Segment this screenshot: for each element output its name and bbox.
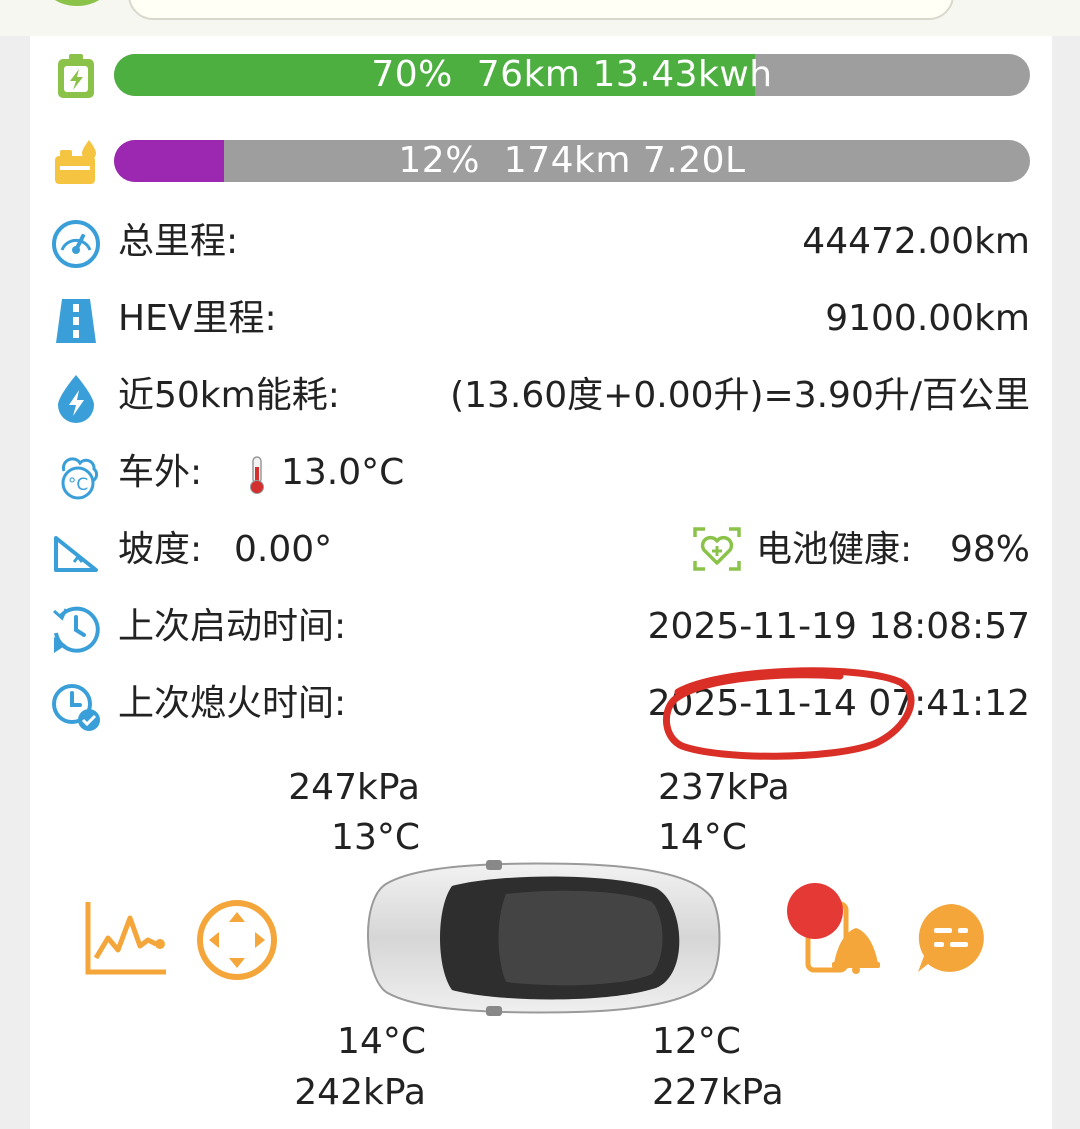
rear-left-temp: 14°C [337, 1021, 426, 1062]
front-left-pressure: 247kPa [288, 767, 420, 808]
alert-badge [787, 883, 843, 939]
search-field[interactable] [128, 0, 954, 20]
last-start-label: 上次启动时间: [118, 606, 347, 647]
front-left-temp: 13°C [331, 817, 420, 858]
clock-start-icon [53, 606, 100, 653]
last-start-row: 上次启动时间: 2025-11-19 18:08:57 [0, 597, 1080, 657]
total-mileage-label: 总里程: [118, 221, 239, 262]
slope-value: 0.00° [234, 529, 333, 570]
fuel-progress-label: 12% 174km 7.20L [398, 140, 746, 181]
battery-health-value: 98% [949, 529, 1030, 570]
health-heart-icon [693, 527, 741, 571]
line-chart-icon[interactable] [84, 900, 170, 976]
hev-mileage-label: HEV里程: [118, 298, 277, 339]
outside-temp-value: 13.0°C [281, 452, 405, 493]
energy-drop-icon [58, 375, 94, 423]
total-mileage-value: 44472.00km [802, 221, 1030, 262]
battery-progress-bar: 70% 76km 13.43kwh [114, 54, 1030, 96]
rear-right-pressure: 227kPa [652, 1072, 784, 1113]
front-right-pressure: 237kPa [658, 767, 790, 808]
last-start-value: 2025-11-19 18:08:57 [647, 606, 1030, 647]
battery-charging-icon [58, 54, 94, 98]
fuel-progress-bar: 12% 174km 7.20L [114, 140, 1030, 182]
battery-progress-label: 70% 76km 13.43kwh [371, 54, 773, 95]
weather-icon: °C [61, 457, 99, 500]
rear-left-pressure: 242kPa [294, 1072, 426, 1113]
slope-label: 坡度: [118, 529, 203, 570]
odometer-icon [52, 220, 100, 268]
hev-mileage-value: 9100.00km [825, 298, 1030, 339]
last-off-label: 上次熄火时间: [118, 683, 347, 724]
energy-consumption-value: (13.60度+0.00升)=3.90升/百公里 [450, 375, 1030, 416]
battery-health-label: 电池健康: [756, 529, 913, 570]
red-highlight-circle [663, 667, 915, 760]
energy-consumption-row: 近50km能耗: (13.60度+0.00升)=3.90升/百公里 [0, 366, 1080, 426]
clock-check-icon [52, 684, 100, 731]
outside-temp-row: °C 车外: 13.0°C [0, 443, 1080, 503]
avatar[interactable] [44, 0, 110, 6]
slope-health-row: 坡度: 0.00° 电池健康: 98% [0, 520, 1080, 580]
thermometer-icon [250, 456, 264, 494]
svg-text:°C: °C [68, 475, 88, 495]
hev-mileage-row: HEV里程: 9100.00km [0, 289, 1080, 349]
total-mileage-row: 总里程: 44472.00km [0, 212, 1080, 272]
road-icon [56, 299, 96, 343]
car-top-view [367, 860, 721, 1016]
chat-icon[interactable] [914, 900, 990, 976]
outside-temp-label: 车外: [118, 452, 203, 493]
fuel-tank-icon [55, 140, 96, 184]
front-right-temp: 14°C [658, 817, 747, 858]
direction-pad-icon[interactable] [195, 898, 279, 982]
slope-icon [54, 536, 98, 572]
energy-consumption-label: 近50km能耗: [118, 375, 340, 416]
top-app-bar [0, 0, 1080, 36]
rear-right-temp: 12°C [652, 1021, 741, 1062]
